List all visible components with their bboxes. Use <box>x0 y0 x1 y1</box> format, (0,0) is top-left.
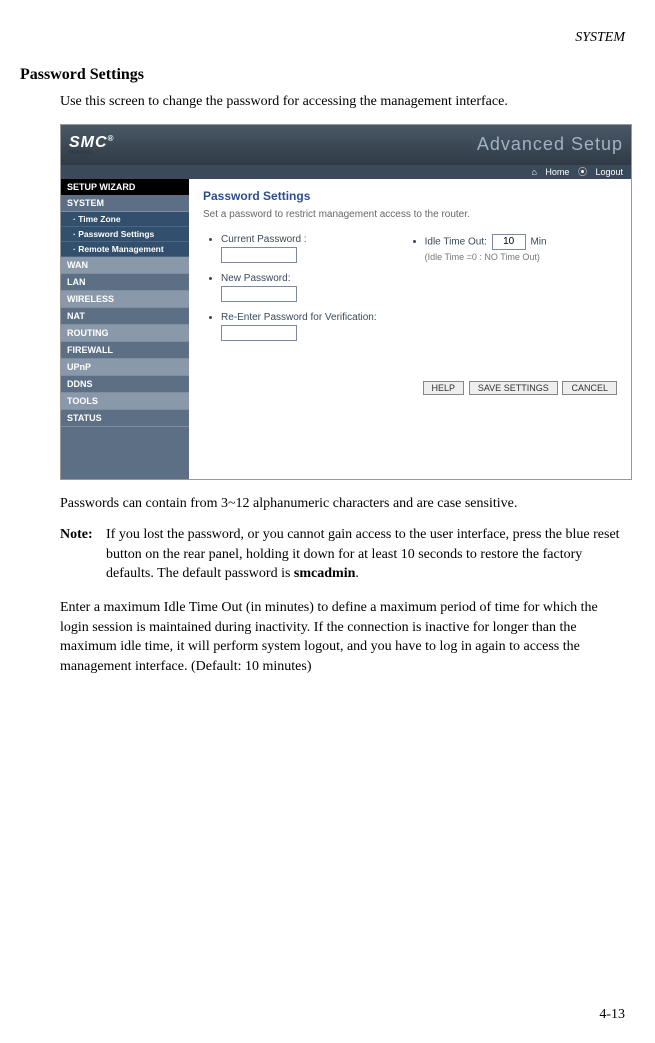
para-idle-timeout: Enter a maximum Idle Time Out (in minute… <box>60 598 625 676</box>
content-panel: Password Settings Set a password to rest… <box>189 179 631 479</box>
sidebar-upnp[interactable]: UPnP <box>61 359 189 376</box>
advanced-setup-label: Advanced Setup <box>477 134 623 155</box>
sidebar-ddns[interactable]: DDNS <box>61 376 189 393</box>
note-block: Note: If you lost the password, or you c… <box>60 525 625 584</box>
note-default-password: smcadmin <box>294 566 355 581</box>
current-password-row: Current Password : <box>221 234 377 263</box>
new-password-label: New Password: <box>221 273 290 284</box>
running-head: SYSTEM <box>20 30 635 46</box>
idle-timeout-input[interactable] <box>492 234 526 250</box>
page-number: 4-13 <box>599 1007 625 1023</box>
reenter-password-label: Re-Enter Password for Verification: <box>221 312 377 323</box>
sidebar-wireless[interactable]: WIRELESS <box>61 291 189 308</box>
panel-title: Password Settings <box>203 189 617 203</box>
help-button[interactable]: HELP <box>423 381 465 395</box>
reenter-password-input[interactable] <box>221 325 297 341</box>
idle-timeout-label: Idle Time Out: <box>425 236 487 247</box>
logo-reg: ® <box>108 134 115 143</box>
screenshot-header: SMC® Networks Advanced Setup <box>61 125 631 165</box>
new-password-row: New Password: <box>221 273 377 302</box>
idle-hint: (Idle Time =0 : NO Time Out) <box>425 252 547 262</box>
logout-link[interactable]: Logout <box>595 167 623 177</box>
current-password-input[interactable] <box>221 247 297 263</box>
sidebar-system[interactable]: SYSTEM <box>61 195 189 212</box>
note-label: Note: <box>60 525 106 584</box>
router-admin-screenshot: SMC® Networks Advanced Setup ⌂ Home ⦿ Lo… <box>60 124 632 480</box>
cancel-button[interactable]: CANCEL <box>562 381 617 395</box>
sidebar-nat[interactable]: NAT <box>61 308 189 325</box>
panel-desc: Set a password to restrict management ac… <box>203 209 617 220</box>
sidebar-status[interactable]: STATUS <box>61 410 189 427</box>
logout-icon[interactable]: ⦿ Logout <box>578 167 623 177</box>
sidebar-password-settings[interactable]: Password Settings <box>61 227 189 242</box>
note-post: . <box>355 566 359 581</box>
sidebar-lan[interactable]: LAN <box>61 274 189 291</box>
note-pre: If you lost the password, or you cannot … <box>106 527 620 581</box>
sidebar-setup-wizard[interactable]: SETUP WIZARD <box>61 179 189 195</box>
sidebar: SETUP WIZARD SYSTEM Time Zone Password S… <box>61 179 189 479</box>
idle-timeout-row: Idle Time Out: Min (Idle Time =0 : NO Ti… <box>425 234 547 262</box>
logo-subtext: Networks <box>69 150 114 156</box>
para-password-rules: Passwords can contain from 3~12 alphanum… <box>60 494 625 514</box>
screenshot-topbar: ⌂ Home ⦿ Logout <box>61 165 631 179</box>
current-password-label: Current Password : <box>221 234 307 245</box>
idle-unit: Min <box>530 236 546 247</box>
sidebar-wan[interactable]: WAN <box>61 257 189 274</box>
smc-logo: SMC® Networks <box>69 134 114 156</box>
save-settings-button[interactable]: SAVE SETTINGS <box>469 381 558 395</box>
sidebar-tools[interactable]: TOOLS <box>61 393 189 410</box>
sidebar-remote-management[interactable]: Remote Management <box>61 242 189 257</box>
home-link[interactable]: Home <box>545 167 569 177</box>
sidebar-time-zone[interactable]: Time Zone <box>61 212 189 227</box>
logo-text: SMC <box>69 134 108 152</box>
sidebar-firewall[interactable]: FIREWALL <box>61 342 189 359</box>
new-password-input[interactable] <box>221 286 297 302</box>
reenter-password-row: Re-Enter Password for Verification: <box>221 312 377 341</box>
home-icon[interactable]: ⌂ Home <box>531 167 569 177</box>
note-text: If you lost the password, or you cannot … <box>106 525 625 584</box>
button-row: HELP SAVE SETTINGS CANCEL <box>203 381 617 395</box>
section-title: Password Settings <box>20 66 635 84</box>
intro-paragraph: Use this screen to change the password f… <box>60 92 625 112</box>
sidebar-routing[interactable]: ROUTING <box>61 325 189 342</box>
screenshot-figure: SMC® Networks Advanced Setup ⌂ Home ⦿ Lo… <box>60 124 635 480</box>
